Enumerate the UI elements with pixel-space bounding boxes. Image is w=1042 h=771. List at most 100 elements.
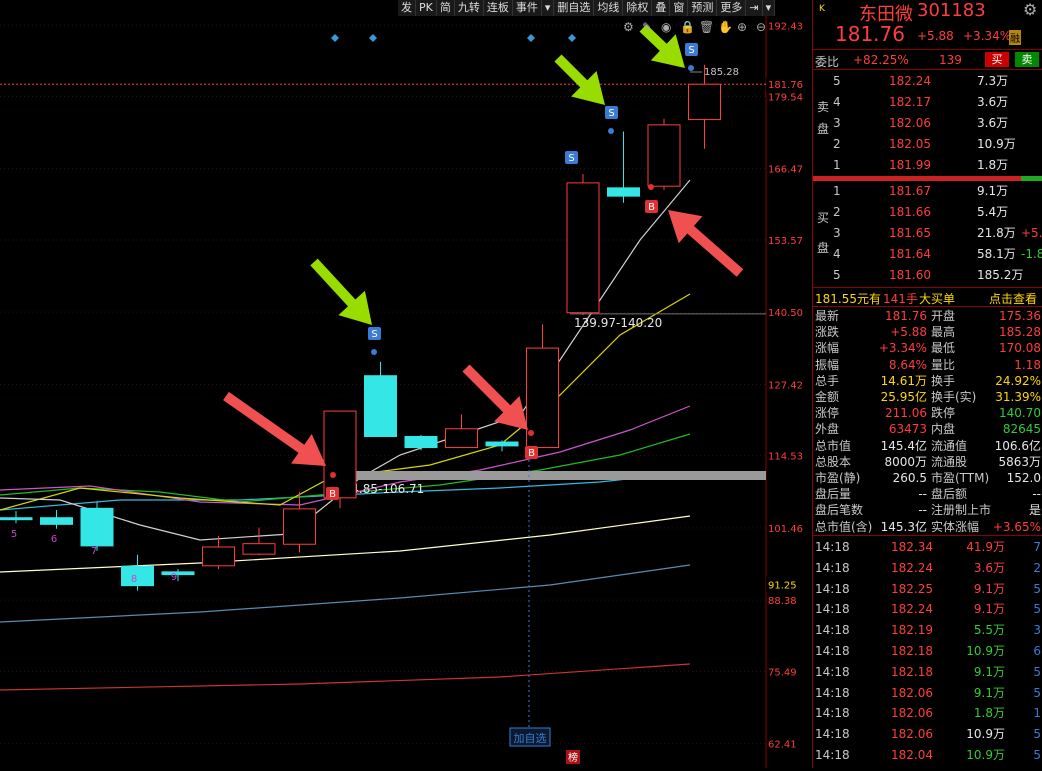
candle-body[interactable] (485, 441, 519, 447)
toolbar-item-6[interactable]: ▾ (542, 0, 555, 16)
candle-body[interactable] (0, 517, 33, 521)
toolbar-item-2[interactable]: 简 (437, 0, 455, 16)
toolbar-item-10[interactable]: 叠 (652, 0, 671, 16)
candle-body[interactable] (202, 546, 235, 567)
toolbar-item-9[interactable]: 除权 (623, 0, 653, 16)
hand-icon: ✋ (718, 20, 733, 34)
kline-chart[interactable]: 192.43 179.54 166.47 153.57 140.50 127.42 114.… (0, 0, 812, 768)
candle-body[interactable] (445, 428, 478, 449)
ask-side-label: 卖盘 (817, 100, 830, 136)
ask-price: 182.24 (889, 74, 931, 88)
stat-label: 市盈(静) (815, 471, 861, 485)
toolbar-item-3[interactable]: 九转 (455, 0, 484, 16)
candle-body[interactable] (688, 83, 721, 121)
ask-volume: 7.3万 (977, 74, 1009, 88)
candle-body[interactable] (404, 435, 438, 449)
candle-body[interactable] (323, 410, 357, 499)
stat-value: 25.95亿 (880, 390, 927, 404)
candle-body[interactable] (40, 517, 73, 525)
ask-row[interactable]: 1 181.99 1.8万 (813, 155, 1042, 176)
toolbar-item-12[interactable]: 预测 (688, 0, 718, 16)
ask-row[interactable]: 4 182.17 3.6万 (813, 92, 1042, 113)
tick-count: 1 (1033, 706, 1041, 721)
big-order-hand: 141手 (883, 292, 918, 306)
quote-header: K 东田微 301183 ⚙ (813, 0, 1042, 25)
toolbar-item-8[interactable]: 均线 (594, 0, 624, 16)
stat-row: 振幅 8.64% 量比 1.18 (813, 357, 1042, 373)
toolbar-item-0[interactable]: 发 (398, 0, 416, 16)
toolbar-item-14[interactable]: ⇥ (746, 0, 763, 16)
signal-marker-letter: S (371, 329, 377, 340)
bid-row[interactable]: 1 181.67 9.1万 (813, 181, 1042, 202)
sell-button[interactable]: 卖 (1015, 52, 1039, 67)
axis-tick-label: 127.42 (768, 380, 803, 391)
add-watch-button: 加自选 (514, 732, 547, 745)
candle-body[interactable] (283, 508, 316, 545)
stat-row: 总市值 145.4亿 流通值 106.6亿 (813, 438, 1042, 454)
toolbar-item-5[interactable]: 事件 (513, 0, 542, 16)
stat-label: 总市值(含) (815, 519, 873, 534)
stat-label-2: 最低 (931, 341, 956, 356)
stat-label: 涨幅 (815, 341, 840, 356)
candle-body[interactable] (121, 565, 154, 587)
tick-price: 182.34 (891, 540, 933, 554)
zoom-in-icon: ⊕ (737, 20, 747, 34)
toolbar-item-15[interactable]: ▾ (763, 0, 776, 16)
tick-row: 14:18 182.18 10.9万 6 (813, 641, 1042, 662)
ask-row[interactable]: 3 182.06 3.6万 (813, 113, 1042, 134)
tick-count: 5 (1033, 685, 1041, 700)
bid-level: 5 (833, 268, 841, 282)
tick-row: 14:18 182.34 41.9万 7 (813, 537, 1042, 558)
stat-row: 总市值(含) 145.3亿 实体涨幅 +3.65% (813, 519, 1042, 535)
bid-row[interactable]: 4 181.64 58.1万 -1.8 (813, 244, 1042, 265)
ask-row[interactable]: 2 182.05 10.9万 (813, 134, 1042, 155)
ask-row[interactable]: 5 182.24 7.3万 (813, 71, 1042, 92)
stat-row: 外盘 63473 内盘 82645 (813, 421, 1042, 437)
tick-row: 14:18 182.18 9.1万 5 (813, 662, 1042, 683)
candle-body[interactable] (242, 543, 276, 555)
candle-body[interactable] (607, 187, 640, 197)
signal-marker-letter: B (329, 489, 336, 500)
tick-volume: 10.9万 (966, 644, 1005, 658)
bid-row[interactable]: 5 181.60 185.2万 (813, 265, 1042, 286)
tick-time: 14:18 (815, 560, 850, 575)
tick-row: 14:18 182.24 3.6万 2 (813, 558, 1042, 579)
signal-dot (648, 184, 654, 190)
signal-dot (330, 472, 336, 478)
bid-row[interactable]: 2 181.66 5.4万 (813, 202, 1042, 223)
toolbar-item-1[interactable]: PK (416, 0, 437, 16)
stat-label: 振幅 (815, 357, 840, 372)
toolbar-item-13[interactable]: 更多 (717, 0, 747, 16)
axis-tick-label: 166.47 (768, 165, 803, 176)
stat-label-2: 内盘 (931, 422, 956, 437)
stock-code[interactable]: 301183 (917, 0, 986, 21)
candle-body[interactable] (364, 375, 397, 437)
signal-dot (688, 65, 694, 71)
stat-label: 盘后笔数 (815, 503, 864, 518)
stat-row: 总股本 8000万 流通股 5863万 (813, 454, 1042, 470)
tick-row: 14:18 182.24 9.1万 5 (813, 599, 1042, 620)
toolbar-item-11[interactable]: 窗 (670, 0, 689, 16)
diamond-marker (369, 34, 377, 42)
tick-price: 182.06 (891, 685, 933, 700)
bid-row[interactable]: 3 181.65 21.8万 +5.4 (813, 223, 1042, 244)
lock-icon: 🔒 (680, 20, 695, 34)
signal-marker-letter: B (648, 202, 655, 213)
candle-body[interactable] (161, 571, 195, 576)
candle-body[interactable] (566, 182, 600, 314)
stat-value: 14.61万 (880, 373, 927, 388)
toolbar-item-7[interactable]: 删自选 (554, 0, 595, 16)
candle-body[interactable] (647, 124, 681, 187)
toolbar-item-4[interactable]: 连板 (484, 0, 513, 16)
candle-body[interactable] (80, 507, 114, 547)
big-order-bar[interactable]: 181.55元有 141手 大买单 点击查看 (813, 287, 1042, 307)
annotation-arrow-red (668, 210, 744, 277)
tick-count: 5 (1033, 602, 1041, 617)
kline-svg[interactable]: 192.43 179.54 166.47 153.57 140.50 127.42 114.… (0, 0, 812, 768)
big-order-link[interactable]: 点击查看 (989, 290, 1037, 307)
tick-count: 5 (1033, 581, 1041, 596)
buy-button[interactable]: 买 (985, 52, 1009, 67)
gear-icon[interactable]: ⚙ (1023, 0, 1037, 19)
stat-value: 181.76 (885, 309, 927, 323)
big-order-type: 大买单 (919, 292, 956, 306)
